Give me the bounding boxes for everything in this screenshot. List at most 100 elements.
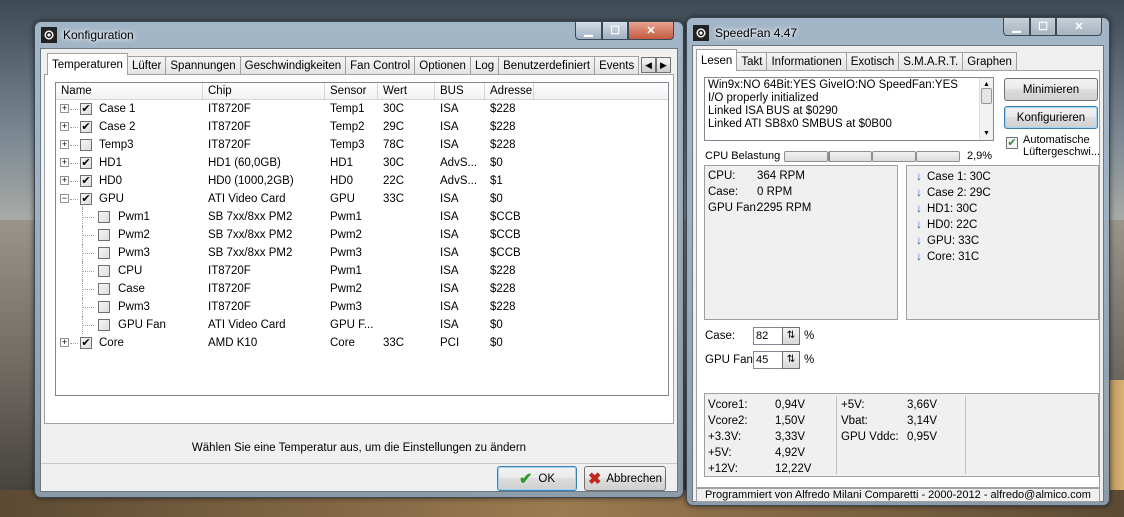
cell-address: $228 (490, 139, 516, 151)
expand-icon[interactable]: + (60, 104, 69, 113)
table-row[interactable]: GPU Fan ATI Video Card GPU F... ISA $0 (56, 316, 668, 334)
separator (41, 463, 677, 464)
tab-geschwindigkeiten[interactable]: Geschwindigkeiten (239, 56, 347, 75)
maximize-button[interactable]: ☐ (1030, 18, 1056, 36)
cell-sensor: Pwm2 (330, 283, 362, 295)
scroll-up-icon[interactable]: ▲ (980, 78, 993, 88)
minimize-app-button[interactable]: Minimieren (1004, 78, 1098, 101)
tab-takt[interactable]: Takt (736, 52, 768, 71)
tree-line (70, 145, 78, 146)
row-checkbox[interactable]: ✔ (80, 175, 92, 187)
row-checkbox[interactable] (98, 319, 110, 331)
cell-bus: ISA (440, 283, 459, 295)
cell-bus: ISA (440, 103, 459, 115)
table-row[interactable]: Pwm2 SB 7xx/8xx PM2 Pwm2 ISA $CCB (56, 226, 668, 244)
column-header-address[interactable]: Adresse (485, 83, 534, 99)
row-checkbox[interactable]: ✔ (80, 121, 92, 133)
table-row[interactable]: + ✔ Case 2 IT8720F Temp2 29C ISA $228 (56, 118, 668, 136)
table-row[interactable]: + Temp3 IT8720F Temp3 78C ISA $228 (56, 136, 668, 154)
fan-label: Case: (708, 186, 739, 198)
cell-sensor: Temp3 (330, 139, 365, 151)
expand-icon[interactable]: + (60, 158, 69, 167)
close-button[interactable]: ✕ (628, 22, 674, 40)
temp-label: HD0: (927, 219, 954, 231)
tab-events[interactable]: Events (594, 56, 640, 75)
tab-s-m-a-r-t-[interactable]: S.M.A.R.T. (898, 52, 964, 71)
cell-chip: IT8720F (208, 301, 251, 313)
table-row[interactable]: + ✔ Core AMD K10 Core 33C PCI $0 (56, 334, 668, 352)
column-header-value[interactable]: Wert (378, 83, 435, 99)
cell-bus: ISA (440, 121, 459, 133)
table-row[interactable]: + ✔ HD1 HD1 (60,0GB) HD1 30C AdvS... $0 (56, 154, 668, 172)
expand-icon[interactable]: + (60, 140, 69, 149)
minimize-button[interactable]: ▁ (1003, 18, 1030, 36)
row-checkbox[interactable] (98, 301, 110, 313)
row-checkbox[interactable] (98, 229, 110, 241)
scroll-thumb[interactable] (981, 88, 992, 104)
close-button[interactable]: ✕ (1056, 18, 1102, 36)
table-row[interactable]: + ✔ HD0 HD0 (1000,2GB) HD0 22C AdvS... $1 (56, 172, 668, 190)
row-checkbox[interactable]: ✔ (80, 157, 92, 169)
tab-spannungen[interactable]: Spannungen (165, 56, 241, 75)
temp-label: Case 2: (927, 187, 967, 199)
ok-button[interactable]: ✔ OK (497, 466, 577, 491)
speed-input[interactable]: 45 (753, 351, 783, 369)
tab-log[interactable]: Log (469, 56, 500, 75)
cell-address: $228 (490, 283, 516, 295)
cell-address: $228 (490, 301, 516, 313)
tab-optionen[interactable]: Optionen (414, 56, 471, 75)
tab-l-fter[interactable]: Lüfter (126, 56, 167, 75)
tab-exotisch[interactable]: Exotisch (845, 52, 900, 71)
table-row[interactable]: Pwm3 IT8720F Pwm3 ISA $228 (56, 298, 668, 316)
column-header-sensor[interactable]: Sensor (325, 83, 378, 99)
column-header-chip[interactable]: Chip (203, 83, 325, 99)
tab-lesen[interactable]: Lesen (696, 49, 738, 71)
temperature-tree[interactable]: Name Chip Sensor Wert BUS Adresse + ✔ Case 1 IT8… (55, 82, 669, 396)
log-scrollbar[interactable]: ▲ ▼ (979, 78, 993, 140)
tab-temperaturen[interactable]: Temperaturen (47, 53, 128, 75)
column-header-bus[interactable]: BUS (435, 83, 485, 99)
cell-address: $228 (490, 265, 516, 277)
row-checkbox[interactable] (98, 283, 110, 295)
tab-scroll-right-button[interactable]: ▶ (656, 57, 671, 73)
arrow-down-icon: ↓ (916, 219, 922, 231)
scroll-down-icon[interactable]: ▼ (980, 127, 993, 140)
hint-text: Wählen Sie eine Temperatur aus, um die E… (191, 442, 527, 454)
speedfan-window: SpeedFan 4.47 ▁ ☐ ✕ Lesen Takt Information… (686, 17, 1110, 506)
expand-icon[interactable]: + (60, 122, 69, 131)
expand-icon[interactable]: + (60, 338, 69, 347)
table-row[interactable]: + ✔ Case 1 IT8720F Temp1 30C ISA $228 (56, 100, 668, 118)
auto-fan-checkbox[interactable]: ✔ Automatische Lüftergeschwi... (1006, 134, 1100, 160)
expand-icon[interactable]: + (60, 176, 69, 185)
row-checkbox[interactable]: ✔ (80, 103, 92, 115)
speed-stepper-icon[interactable]: ⇅ (782, 327, 800, 345)
collapse-icon[interactable]: − (60, 194, 69, 203)
row-checkbox[interactable] (80, 139, 92, 151)
speed-input[interactable]: 82 (753, 327, 783, 345)
tab-informationen[interactable]: Informationen (766, 52, 847, 71)
table-row[interactable]: Pwm3 SB 7xx/8xx PM2 Pwm3 ISA $CCB (56, 244, 668, 262)
row-checkbox[interactable] (98, 265, 110, 277)
table-row[interactable]: − ✔ GPU ATI Video Card GPU 33C ISA $0 (56, 190, 668, 208)
configure-button[interactable]: Konfigurieren (1004, 106, 1098, 129)
cancel-button[interactable]: ✖ Abbrechen (584, 466, 666, 491)
minimize-button[interactable]: ▁ (575, 22, 602, 40)
cell-address: $CCB (490, 211, 521, 223)
cpu-load-segment (828, 151, 872, 162)
configure-label: Konfigurieren (1016, 111, 1086, 124)
tab-graphen[interactable]: Graphen (962, 52, 1017, 71)
column-header-name[interactable]: Name (56, 83, 203, 99)
tab-scroll-left-button[interactable]: ◀ (641, 57, 656, 73)
table-row[interactable]: Case IT8720F Pwm2 ISA $228 (56, 280, 668, 298)
speed-stepper-icon[interactable]: ⇅ (782, 351, 800, 369)
tree-line (82, 280, 83, 298)
table-row[interactable]: CPU IT8720F Pwm1 ISA $228 (56, 262, 668, 280)
log-box[interactable]: Win9x:NO 64Bit:YES GiveIO:NO SpeedFan:YE… (704, 77, 994, 141)
tab-fan-control[interactable]: Fan Control (345, 56, 416, 75)
row-checkbox[interactable]: ✔ (80, 337, 92, 349)
tab-benutzerdefiniert[interactable]: Benutzerdefiniert (498, 56, 596, 75)
maximize-button[interactable]: ☐ (602, 22, 628, 40)
row-checkbox[interactable] (98, 247, 110, 259)
row-checkbox[interactable] (98, 211, 110, 223)
table-row[interactable]: Pwm1 SB 7xx/8xx PM2 Pwm1 ISA $CCB (56, 208, 668, 226)
